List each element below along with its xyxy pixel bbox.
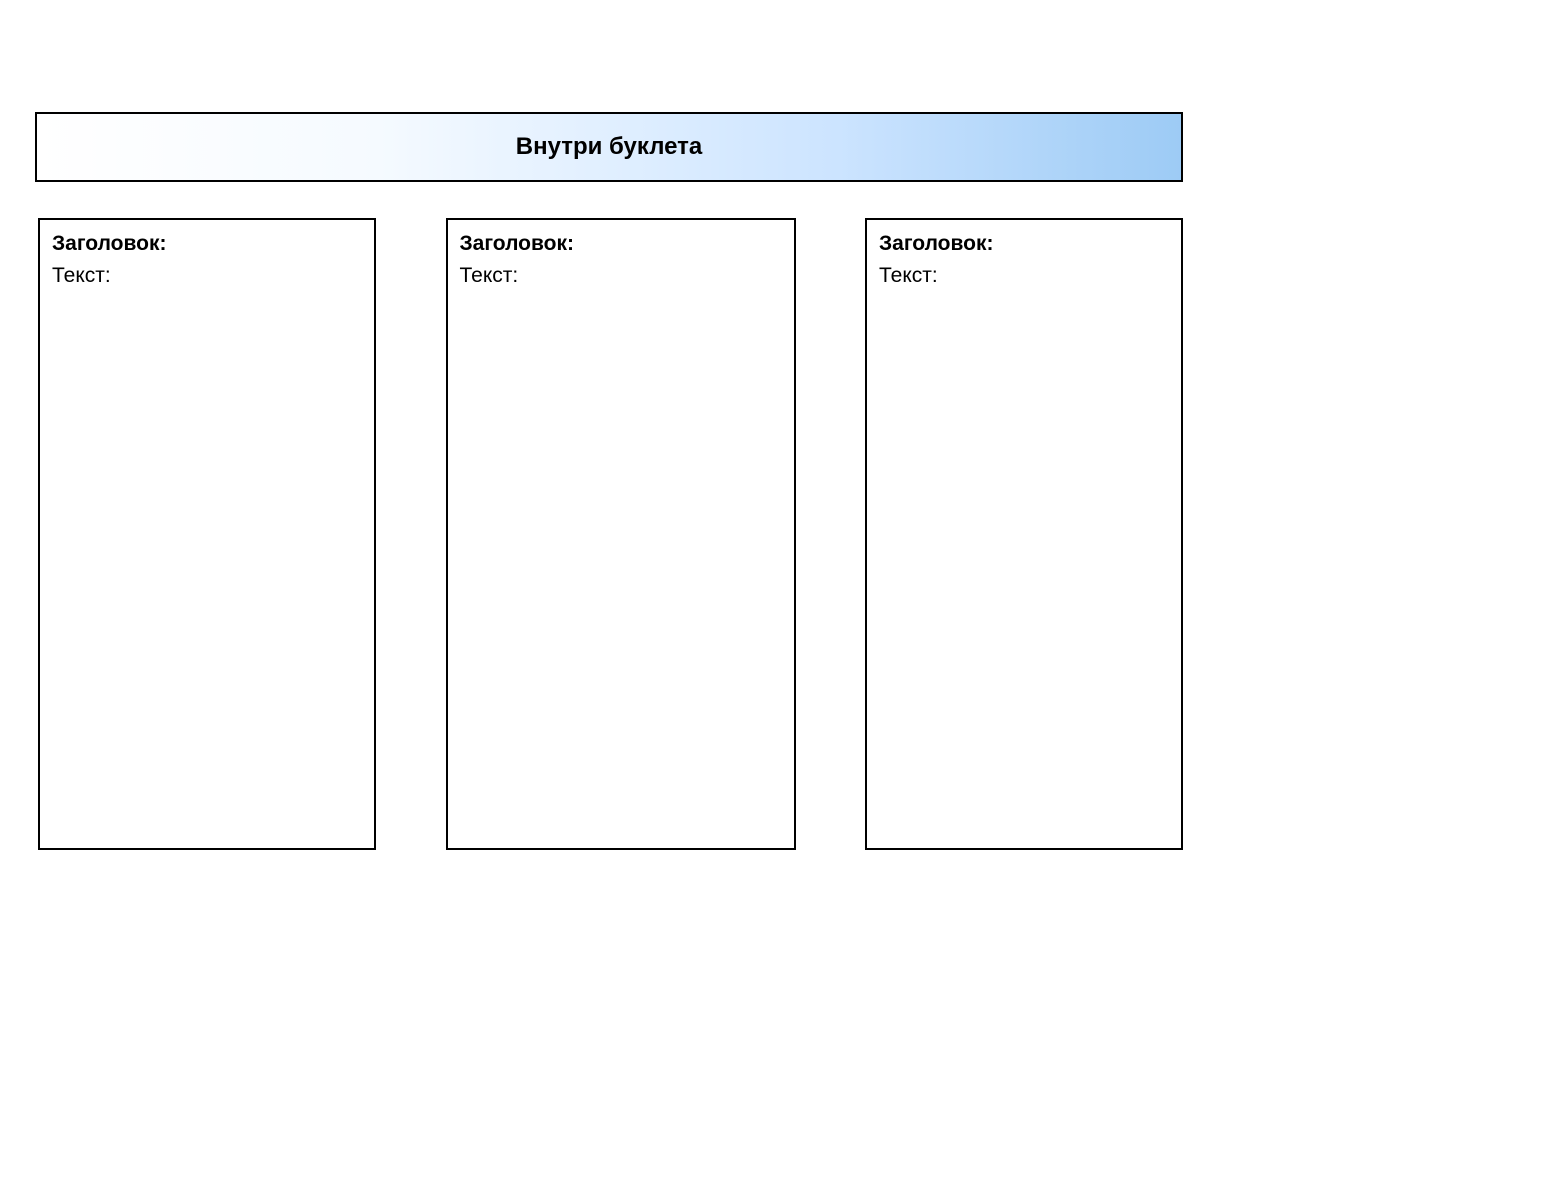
panel-3-text-label: Текст: [879,264,1169,288]
banner-title: Внутри буклета [516,133,703,161]
panels-container: Заголовок: Текст: Заголовок: Текст: Заго… [38,218,1183,850]
panel-1-header-label: Заголовок: [52,232,362,256]
panel-1-text-label: Текст: [52,264,362,288]
panel-2-header-label: Заголовок: [460,232,782,256]
banner: Внутри буклета [35,112,1183,182]
panel-1: Заголовок: Текст: [38,218,376,850]
panel-3: Заголовок: Текст: [865,218,1183,850]
panel-3-header-label: Заголовок: [879,232,1169,256]
panel-2-text-label: Текст: [460,264,782,288]
panel-2: Заголовок: Текст: [446,218,796,850]
